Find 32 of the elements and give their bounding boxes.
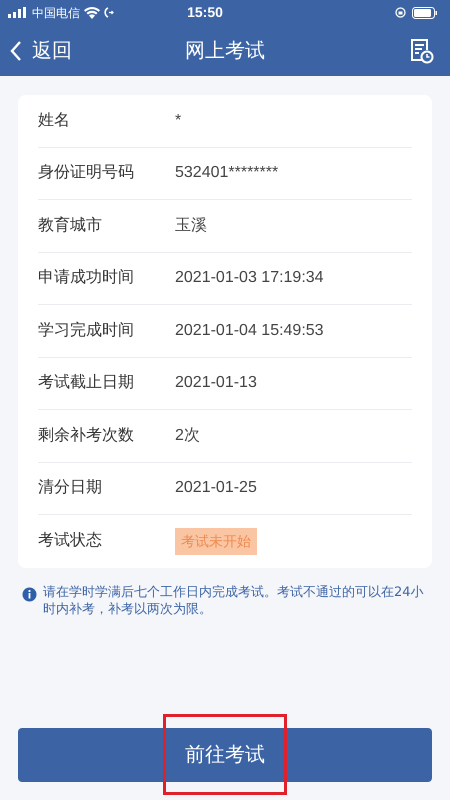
field-value: 玉溪 xyxy=(175,216,207,236)
field-value: * xyxy=(175,110,182,131)
field-value: 2次 xyxy=(175,426,200,446)
field-label: 姓名 xyxy=(38,110,71,131)
page-title: 网上考试 xyxy=(185,38,265,64)
field-label: 身份证明号码 xyxy=(38,163,135,184)
field-label: 教育城市 xyxy=(38,215,103,236)
wifi-icon xyxy=(84,6,100,18)
field-value: 2021-01-03 17:19:34 xyxy=(175,268,324,288)
field-label: 申请成功时间 xyxy=(38,268,135,288)
field-label: 考试截止日期 xyxy=(38,372,135,394)
back-button[interactable]: 返回 xyxy=(10,36,130,66)
field-value: 2021-01-04 15:49:53 xyxy=(175,320,324,341)
field-label: 学习完成时间 xyxy=(38,320,135,341)
field-value: 532401******** xyxy=(175,163,278,184)
exam-notice: 请在学时学满后七个工作日内完成考试。考试不通过的可以在24小时内补考，补考以两次为限。 xyxy=(43,584,425,618)
carrier-name: 中国电信 xyxy=(32,4,80,22)
chevron-left-icon xyxy=(10,40,22,62)
field-label: 剩余补考次数 xyxy=(38,426,135,446)
call-icon xyxy=(104,7,114,18)
rotation-lock-icon xyxy=(395,7,406,18)
info-icon xyxy=(22,586,37,602)
status-tag: 考试未开始 xyxy=(175,528,257,555)
clock-time: 15:50 xyxy=(187,3,223,22)
field-label: 清分日期 xyxy=(38,478,103,498)
battery-icon xyxy=(412,6,438,18)
field-value: 2021-01-25 xyxy=(175,478,257,498)
document-clock-icon[interactable] xyxy=(408,38,434,64)
go-to-exam-button[interactable]: 前往考试 xyxy=(18,728,432,782)
signal-icon xyxy=(8,7,28,18)
field-value: 2021-01-13 xyxy=(175,373,257,394)
field-label: 考试状态 xyxy=(38,530,103,552)
